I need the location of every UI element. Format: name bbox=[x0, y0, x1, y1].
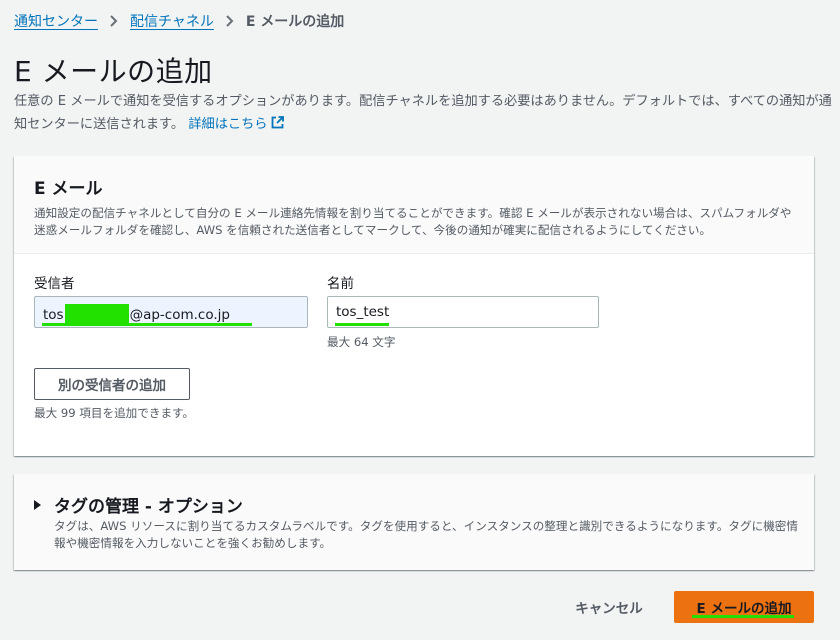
add-email-button-label: E メールの追加 bbox=[696, 601, 792, 617]
highlight-underline bbox=[692, 615, 794, 618]
breadcrumb-current: E メールの追加 bbox=[245, 14, 345, 30]
add-recipient-hint: 最大 99 項目を追加できます。 bbox=[34, 406, 195, 420]
page-title: E メールの追加 bbox=[14, 55, 213, 88]
highlight-underline bbox=[42, 323, 252, 326]
email-panel-header: E メール 通知設定の配信チャネルとして自分の E メール連絡先情報を割り当てる… bbox=[14, 156, 814, 254]
recipient-label: 受信者 bbox=[34, 276, 75, 292]
page-description-text: 任意の E メールで通知を受信するオプションがあります。配信チャネルを追加する必… bbox=[14, 94, 832, 132]
email-panel-title: E メール bbox=[34, 179, 103, 199]
tags-panel-description: タグは、AWS リソースに割り当てるカスタムラベルです。タグを使用すると、インス… bbox=[54, 519, 798, 550]
tags-panel: タグの管理 - オプション タグは、AWS リソースに割り当てるカスタムラベルで… bbox=[14, 474, 814, 570]
breadcrumb: 通知センター 配信チャネル E メールの追加 bbox=[14, 11, 344, 31]
cancel-button[interactable]: キャンセル bbox=[560, 592, 658, 622]
tags-panel-title: タグの管理 - オプション bbox=[54, 497, 243, 517]
chevron-right-icon bbox=[226, 15, 234, 27]
add-recipient-button[interactable]: 別の受信者の追加 bbox=[34, 368, 190, 400]
learn-more-label: 詳細はこちら bbox=[188, 117, 268, 132]
page-description: 任意の E メールで通知を受信するオプションがあります。配信チャネルを追加する必… bbox=[14, 90, 834, 136]
learn-more-link[interactable]: 詳細はこちら bbox=[188, 116, 285, 132]
highlight-underline bbox=[335, 323, 389, 326]
tags-expander[interactable]: タグの管理 - オプション bbox=[34, 492, 243, 517]
breadcrumb-link-delivery-channels[interactable]: 配信チャネル bbox=[130, 11, 214, 31]
add-email-button[interactable]: E メールの追加 bbox=[674, 591, 814, 623]
external-link-icon bbox=[272, 116, 285, 129]
name-label: 名前 bbox=[327, 276, 354, 292]
name-hint: 最大 64 文字 bbox=[327, 335, 396, 349]
chevron-right-icon bbox=[110, 15, 118, 27]
email-panel: E メール 通知設定の配信チャネルとして自分の E メール連絡先情報を割り当てる… bbox=[14, 156, 814, 456]
email-panel-description: 通知設定の配信チャネルとして自分の E メール連絡先情報を割り当てることができま… bbox=[34, 206, 792, 237]
caret-right-icon bbox=[34, 499, 41, 510]
breadcrumb-link-notification-center[interactable]: 通知センター bbox=[14, 11, 98, 31]
